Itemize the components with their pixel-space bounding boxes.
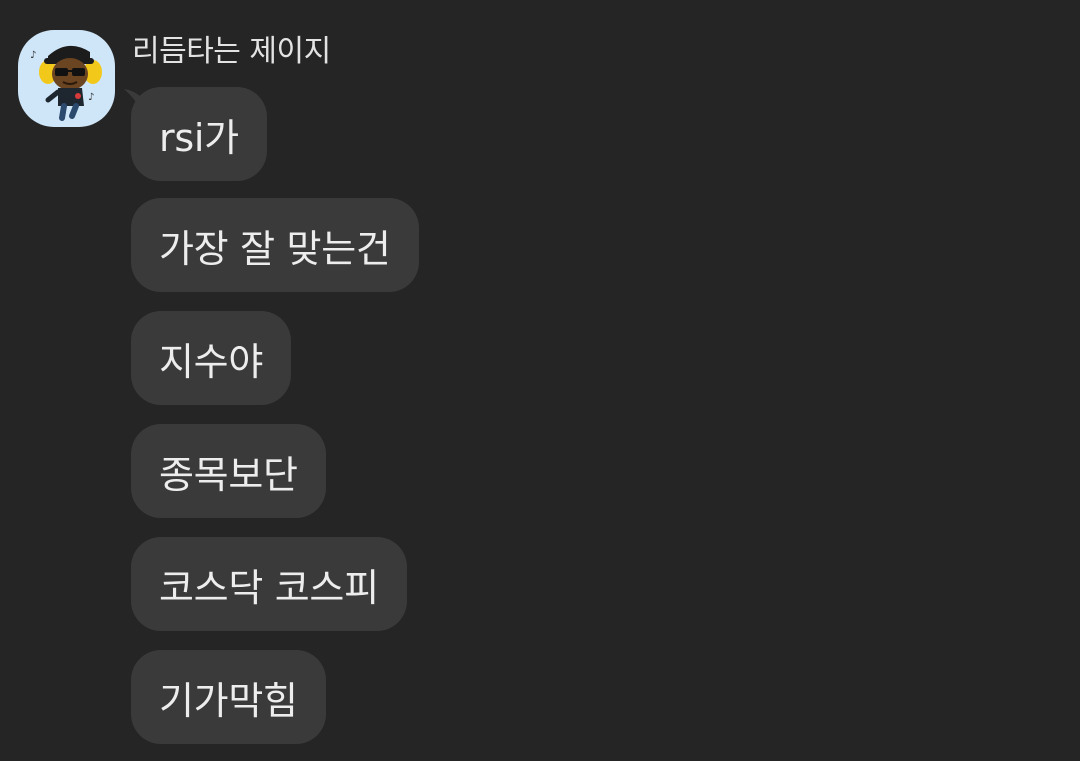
- message-bubble[interactable]: 코스닥 코스피: [131, 537, 407, 631]
- svg-text:♪: ♪: [30, 50, 36, 61]
- chat-thread: ♪ ♪ 리듬타는 제이지 rsi가 가장 잘 맞는건 지수야 종목보단 코스닥 …: [0, 0, 1080, 761]
- message-bubble[interactable]: 기가막힘: [131, 650, 326, 744]
- message-bubble[interactable]: 가장 잘 맞는건: [131, 198, 419, 292]
- message-bubble[interactable]: rsi가: [131, 87, 267, 181]
- message-bubble[interactable]: 지수야: [131, 311, 291, 405]
- character-avatar-icon: ♪ ♪: [30, 45, 102, 121]
- sender-avatar[interactable]: ♪ ♪: [18, 30, 115, 127]
- svg-text:♪: ♪: [88, 92, 94, 103]
- sender-name: 리듬타는 제이지: [132, 34, 331, 69]
- message-bubble[interactable]: 종목보단: [131, 424, 326, 518]
